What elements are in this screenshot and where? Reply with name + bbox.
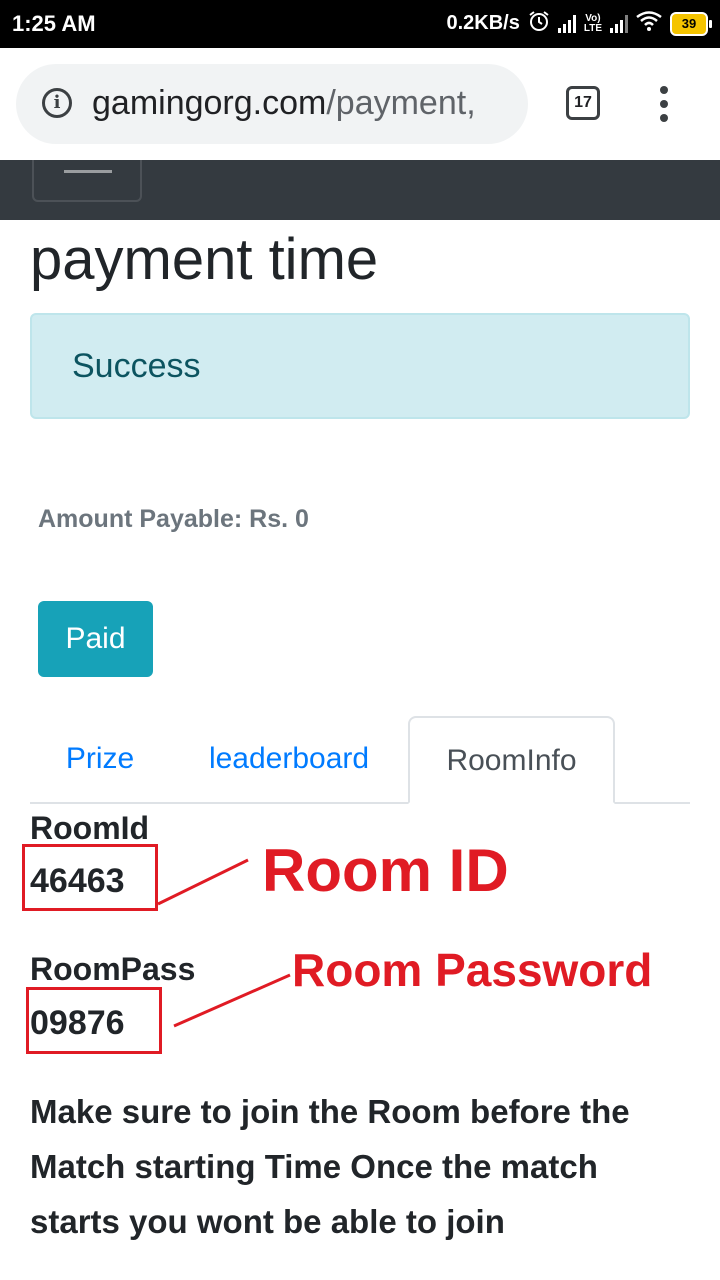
- overflow-menu-icon[interactable]: [658, 86, 670, 122]
- info-icon[interactable]: i: [42, 88, 72, 118]
- tab-leaderboard[interactable]: leaderboard: [170, 716, 408, 802]
- wifi-icon: [636, 11, 662, 36]
- success-alert: Success: [30, 313, 690, 419]
- room-id-annotation: Room ID: [262, 837, 509, 904]
- tab-prize[interactable]: Prize: [30, 716, 170, 802]
- amount-payable: Amount Payable: Rs. 0: [38, 505, 309, 533]
- hamburger-menu-icon[interactable]: [32, 158, 142, 202]
- join-note: Make sure to join the Room before the Ma…: [30, 1093, 630, 1240]
- address-bar[interactable]: i gamingorg.com/payment,: [16, 64, 528, 144]
- tab-roominfo[interactable]: RoomInfo: [408, 716, 615, 804]
- status-icons: 0.2KB/s Vo) LTE 39: [446, 10, 712, 37]
- url-text[interactable]: gamingorg.com/payment,: [92, 84, 476, 123]
- room-pass-highlight: [26, 987, 162, 1054]
- tab-switcher-icon[interactable]: 17: [566, 86, 600, 120]
- room-id-label: RoomId: [30, 810, 150, 846]
- status-time: 1:25 AM: [12, 11, 96, 36]
- room-pass-label: RoomPass: [30, 951, 196, 987]
- signal-icon-2: [610, 14, 628, 33]
- url-domain: gamingorg.com: [92, 84, 327, 122]
- net-speed: 0.2KB/s: [446, 12, 520, 34]
- room-id-arrow: [157, 858, 249, 906]
- volte-icon: Vo) LTE: [583, 12, 602, 34]
- page-title: payment time: [30, 227, 379, 292]
- alert-text: Success: [72, 347, 201, 385]
- signal-icon: [557, 14, 576, 33]
- url-path: /payment,: [326, 84, 476, 122]
- alarm-icon: [528, 10, 550, 37]
- browser-toolbar: i gamingorg.com/payment, 17: [0, 48, 720, 160]
- paid-button[interactable]: Paid: [38, 601, 153, 677]
- battery-icon: 39: [670, 11, 712, 36]
- status-bar: 1:25 AM 0.2KB/s Vo) LTE 39: [0, 0, 720, 48]
- room-id-highlight: [22, 844, 158, 911]
- room-password-annotation: Room Password: [292, 944, 653, 996]
- tab-bar: Prize leaderboard RoomInfo: [30, 716, 690, 804]
- site-navbar: [0, 158, 720, 220]
